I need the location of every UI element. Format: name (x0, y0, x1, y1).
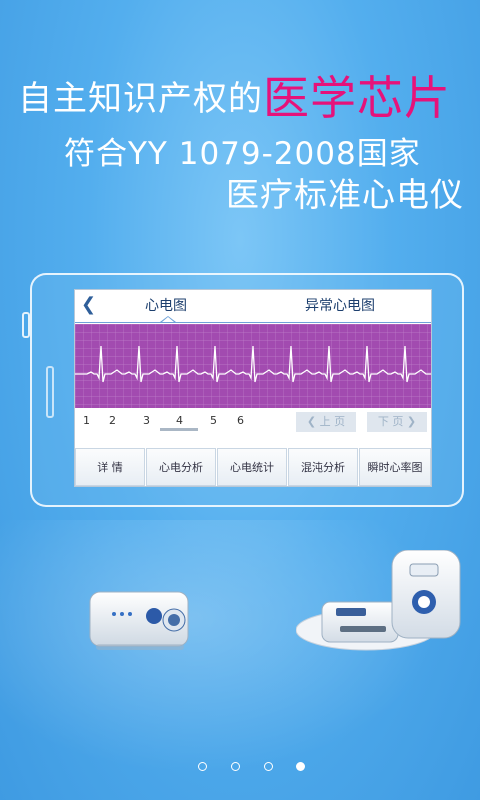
menu-ecg-stats-button[interactable]: 心电统计 (217, 448, 287, 486)
ecg-chart (75, 324, 431, 408)
pagination-dot[interactable] (231, 762, 240, 771)
next-page-label: 下 页 (377, 415, 404, 428)
prev-page-button[interactable]: ❮ 上 页 (296, 412, 356, 432)
phone-side-button (22, 312, 30, 338)
page-number[interactable]: 5 (210, 414, 217, 427)
page-number[interactable]: 3 (143, 414, 150, 427)
pagination-dot[interactable] (264, 762, 273, 771)
page-number[interactable]: 1 (83, 414, 90, 427)
chevron-left-icon[interactable]: ❮ (81, 294, 96, 316)
tab-abnormal-ecg[interactable]: 异常心电图 (305, 295, 375, 315)
page-number-current[interactable]: 4 (176, 414, 183, 427)
tab-ecg[interactable]: 心电图 (145, 295, 187, 315)
chevron-left-icon: ❮ (306, 415, 320, 428)
headline-line1: 自主知识产权的医学芯片 (18, 58, 451, 125)
tab-indicator (160, 316, 176, 322)
page-indicator (160, 428, 198, 431)
pagination-dot[interactable] (198, 762, 207, 771)
page-number[interactable]: 6 (237, 414, 244, 427)
phone-screen: ❮ 心电图 异常心电图 1 2 3 4 5 6 ❮ 上 页 下 页 ❯ 详 情 … (74, 289, 432, 487)
page-number[interactable]: 2 (109, 414, 116, 427)
ecg-patch-image (296, 550, 461, 651)
headline-accent: 医学芯片 (263, 71, 451, 125)
headline-line2: 符合YY 1079-2008国家 (64, 136, 421, 172)
menu-ecg-analysis-button[interactable]: 心电分析 (146, 448, 216, 486)
ecg-device-image (89, 591, 189, 650)
prev-page-label: 上 页 (319, 415, 346, 428)
bottom-menu: 详 情 心电分析 心电统计 混沌分析 瞬时心率图 (75, 448, 431, 487)
menu-details-button[interactable]: 详 情 (75, 448, 145, 486)
page-selector: 1 2 3 4 5 6 ❮ 上 页 下 页 ❯ (75, 412, 431, 434)
menu-heart-rate-button[interactable]: 瞬时心率图 (359, 448, 431, 486)
headline-prefix: 自主知识产权的 (18, 79, 263, 119)
chevron-right-icon: ❯ (403, 415, 417, 428)
menu-chaos-analysis-button[interactable]: 混沌分析 (288, 448, 358, 486)
next-page-button[interactable]: 下 页 ❯ (367, 412, 427, 432)
ecg-grid (75, 324, 431, 408)
screen-topbar: ❮ 心电图 异常心电图 (75, 290, 431, 323)
pagination-dot-active[interactable] (296, 762, 305, 771)
headline-line3: 医疗标准心电仪 (226, 175, 464, 214)
